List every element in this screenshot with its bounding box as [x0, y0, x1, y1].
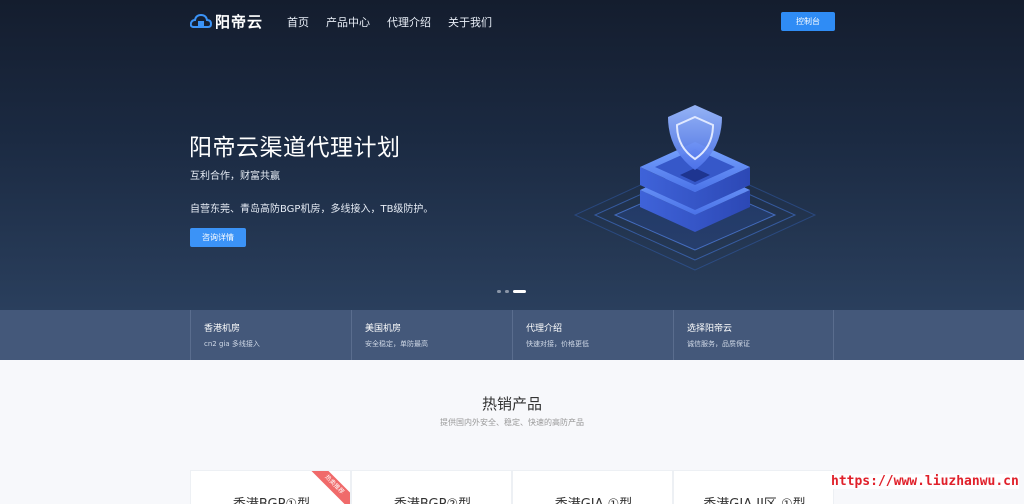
- carousel-dot-active[interactable]: [513, 290, 526, 293]
- feature-why-us[interactable]: 选择阳帝云 诚信服务，品质保证: [673, 310, 834, 360]
- nav-products[interactable]: 产品中心: [326, 14, 370, 30]
- product-card[interactable]: 热卖推荐 香港BGP①型: [190, 470, 351, 504]
- nav-agent[interactable]: 代理介绍: [387, 14, 431, 30]
- product-title: 香港BGP②型: [352, 493, 511, 504]
- hero-banner: 阳帝云 首页 产品中心 代理介绍 关于我们 控制台 阳帝云渠道代理计划 互利合作…: [0, 0, 1024, 310]
- logo-text: 阳帝云: [215, 12, 264, 31]
- console-button[interactable]: 控制台: [781, 12, 835, 31]
- feature-hk-datacenter[interactable]: 香港机房 cn2 gia 多线接入: [190, 310, 351, 360]
- hero-title: 阳帝云渠道代理计划: [189, 135, 401, 161]
- section-title: 热销产品: [481, 395, 542, 413]
- feature-desc: cn2 gia 多线接入: [204, 340, 260, 348]
- product-title: 香港GIA II区 ①型: [674, 493, 833, 504]
- feature-bar: 香港机房 cn2 gia 多线接入 美国机房 安全稳定，单防最高 代理介绍 快速…: [0, 310, 1024, 360]
- carousel-dot[interactable]: [497, 290, 501, 293]
- feature-desc: 快速对接，价格更低: [526, 340, 589, 348]
- shield-server-illustration: [573, 105, 817, 271]
- feature-title: 选择阳帝云: [687, 324, 733, 334]
- product-card[interactable]: 香港BGP②型: [351, 470, 512, 504]
- nav-home[interactable]: 首页: [287, 14, 309, 30]
- product-title: 香港BGP①型: [191, 493, 350, 504]
- feature-title: 美国机房: [365, 324, 402, 334]
- feature-us-datacenter[interactable]: 美国机房 安全稳定，单防最高: [351, 310, 512, 360]
- top-navbar: 阳帝云 首页 产品中心 代理介绍 关于我们 控制台: [0, 0, 1024, 42]
- section-subtitle: 提供国内外安全、稳定、快速的高防产品: [440, 418, 584, 427]
- feature-title: 代理介绍: [526, 324, 563, 334]
- hero-description: 自营东莞、青岛高防BGP机房，多线接入，TB级防护。: [190, 204, 434, 215]
- feature-desc: 安全稳定，单防最高: [365, 340, 428, 348]
- feature-title: 香港机房: [204, 324, 241, 334]
- product-card[interactable]: 香港GIA II区 ①型: [673, 470, 834, 504]
- logo[interactable]: 阳帝云: [190, 10, 263, 32]
- feature-desc: 诚信服务，品质保证: [687, 340, 750, 348]
- product-card[interactable]: 香港GIA ①型: [512, 470, 673, 504]
- hero-subtitle: 互利合作，财富共赢: [190, 171, 280, 182]
- feature-agent-intro[interactable]: 代理介绍 快速对接，价格更低: [512, 310, 673, 360]
- nav-about[interactable]: 关于我们: [448, 14, 492, 30]
- cloud-logo-icon: [190, 13, 212, 28]
- watermark: https://www.liuzhanwu.cn: [831, 474, 1019, 489]
- carousel-dots: [497, 290, 530, 293]
- main-nav: 首页 产品中心 代理介绍 关于我们: [287, 14, 509, 30]
- carousel-dot[interactable]: [505, 290, 509, 293]
- consult-button[interactable]: 咨询详情: [190, 228, 246, 247]
- product-title: 香港GIA ①型: [513, 493, 672, 504]
